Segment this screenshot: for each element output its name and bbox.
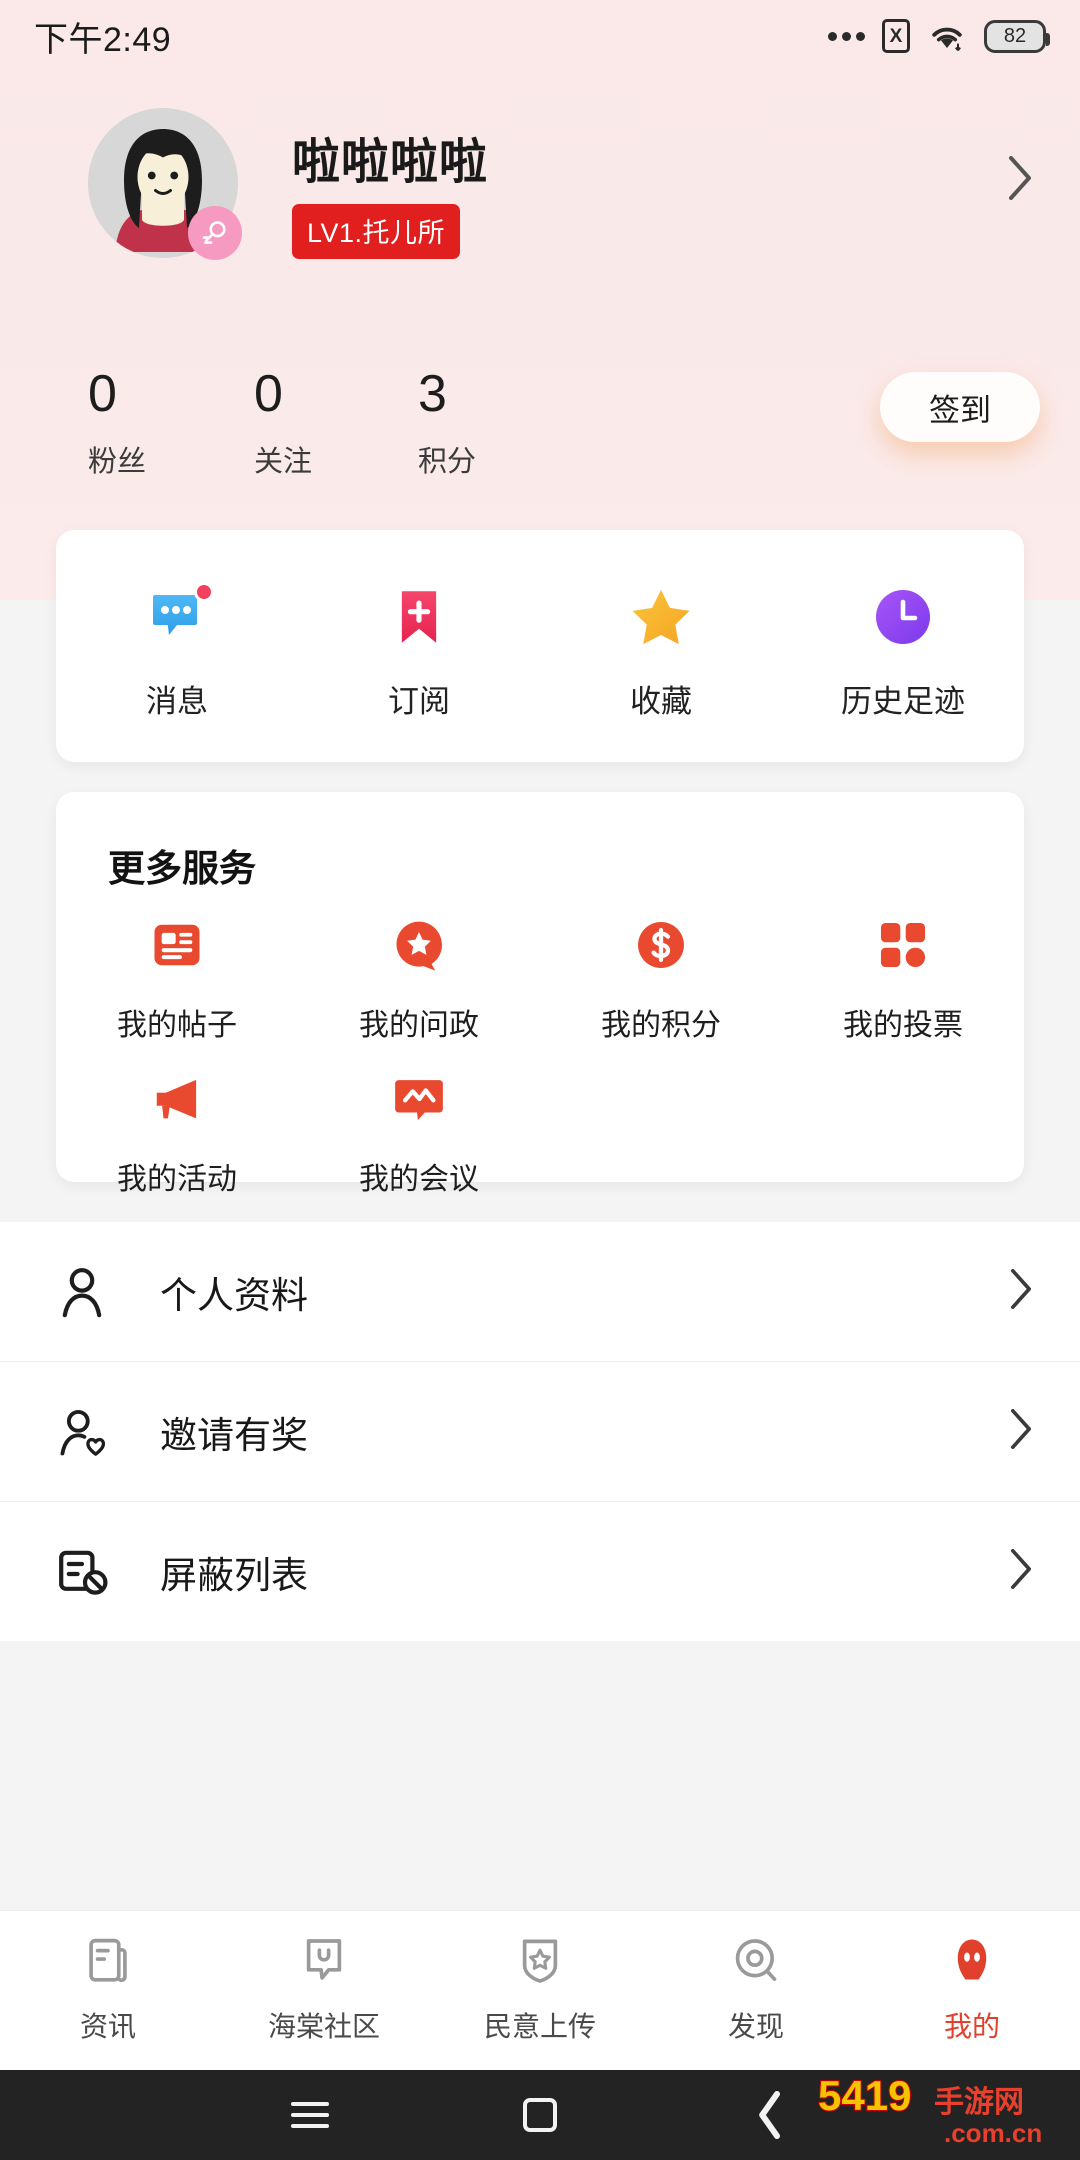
stat-fans-value: 0 xyxy=(88,365,117,423)
service-label: 我的会议 xyxy=(359,1163,479,1196)
services-grid: 我的帖子 我的问政 我的积分 我的投票 我的活动 我的会议 xyxy=(56,916,1024,1224)
quick-action-messages[interactable]: 消息 xyxy=(56,581,298,721)
menu-item-invite-rewards[interactable]: 邀请有奖 xyxy=(0,1362,1080,1501)
female-gender-icon xyxy=(188,206,242,260)
service-my-inquiries[interactable]: 我的问政 xyxy=(298,916,540,1044)
post-board-icon xyxy=(148,916,206,974)
chat-bubble-icon xyxy=(144,581,214,650)
avatar-wrap[interactable] xyxy=(88,108,242,260)
chevron-right-icon xyxy=(1010,1269,1032,1314)
username: 啦啦啦啦 xyxy=(292,136,489,189)
status-icons: X 82 xyxy=(828,19,1050,53)
person-heart-icon xyxy=(58,1406,114,1458)
stat-fans-label: 粉丝 xyxy=(88,446,147,478)
profile-person-icon xyxy=(948,1936,996,1991)
service-my-points[interactable]: 我的积分 xyxy=(540,916,782,1044)
nav-item-mine[interactable]: 我的 xyxy=(864,1936,1080,2045)
watermark-sub1: 手游网 xyxy=(934,2086,1024,2119)
nav-label: 民意上传 xyxy=(483,2011,596,2042)
stat-fans[interactable]: 0 粉丝 xyxy=(88,368,146,480)
service-my-votes[interactable]: 我的投票 xyxy=(782,916,1024,1044)
status-time: 下午2:49 xyxy=(34,20,172,59)
stat-following[interactable]: 0 关注 xyxy=(254,368,312,480)
nav-item-community[interactable]: 海棠社区 xyxy=(216,1936,432,2045)
profile-section[interactable]: 啦啦啦啦 LV1.托儿所 xyxy=(0,108,1080,260)
level-badge[interactable]: LV1.托儿所 xyxy=(292,204,461,259)
settings-menu-list: 个人资料 邀请有奖 屏蔽列表 xyxy=(0,1222,1080,1641)
chevron-right-icon xyxy=(1010,1409,1032,1454)
star-icon xyxy=(628,584,694,650)
grid-blocks-icon xyxy=(874,916,932,974)
community-chat-icon xyxy=(300,1936,348,1991)
service-label: 我的投票 xyxy=(843,1009,963,1042)
wifi-icon xyxy=(932,27,962,51)
chevron-right-icon xyxy=(1010,1549,1032,1594)
services-title: 更多服务 xyxy=(108,848,256,889)
quick-action-label: 订阅 xyxy=(388,683,450,719)
menu-item-block-list[interactable]: 屏蔽列表 xyxy=(0,1502,1080,1641)
shield-star-icon xyxy=(516,1936,564,1991)
signin-button[interactable]: 签到 xyxy=(880,372,1040,442)
news-icon xyxy=(84,1936,132,1991)
menu-item-label: 屏蔽列表 xyxy=(160,1554,308,1596)
bookmark-plus-icon xyxy=(386,584,452,650)
meeting-screen-icon xyxy=(390,1070,448,1128)
block-list-icon xyxy=(58,1548,114,1596)
service-label: 我的活动 xyxy=(117,1163,237,1196)
sim-x-glyph: X xyxy=(889,25,903,47)
sim-card-disabled-icon: X xyxy=(882,19,910,53)
menu-item-label: 邀请有奖 xyxy=(160,1414,308,1456)
profile-header-background xyxy=(0,0,1080,600)
nav-label: 我的 xyxy=(943,2011,1000,2042)
quick-action-label: 消息 xyxy=(146,683,208,719)
bottom-navigation: 资讯 海棠社区 民意上传 发现 我的 xyxy=(0,1910,1080,2070)
status-bar: 下午2:49 X 82 xyxy=(0,0,1080,72)
quick-actions-grid: 消息 订阅 收藏 历史足迹 xyxy=(56,530,1024,762)
nav-label: 发现 xyxy=(727,2011,784,2042)
stat-points-label: 积分 xyxy=(418,446,477,478)
stat-following-value: 0 xyxy=(254,365,283,423)
discover-icon xyxy=(732,1936,780,1991)
service-label: 我的积分 xyxy=(601,1009,721,1042)
app-screen: 下午2:49 X 82 啦啦啦啦 LV1.托儿所 0 粉丝 0 关注 3 积分 … xyxy=(0,0,1080,2160)
stat-following-label: 关注 xyxy=(254,446,313,478)
stat-points-value: 3 xyxy=(418,365,447,423)
watermark-number: 5419 xyxy=(818,2072,911,2119)
more-services-card: 更多服务 我的帖子 我的问政 我的积分 我的投票 我的活动 我的会议 xyxy=(56,792,1024,1196)
menu-item-label: 个人资料 xyxy=(160,1274,308,1316)
nav-label: 资讯 xyxy=(79,2011,136,2042)
system-menu-icon[interactable] xyxy=(195,2095,425,2135)
more-dots-icon xyxy=(828,31,865,41)
battery-icon: 82 xyxy=(984,19,1050,53)
stat-points[interactable]: 3 积分 xyxy=(418,368,476,480)
profile-chevron-icon[interactable] xyxy=(1008,156,1032,205)
star-badge-icon xyxy=(390,916,448,974)
service-label: 我的问政 xyxy=(359,1009,479,1042)
nav-label: 海棠社区 xyxy=(267,2011,380,2042)
quick-action-label: 历史足迹 xyxy=(841,683,965,719)
dollar-coin-icon xyxy=(632,916,690,974)
unread-badge-dot xyxy=(194,581,214,602)
service-my-activities[interactable]: 我的活动 xyxy=(56,1070,298,1198)
nav-item-news[interactable]: 资讯 xyxy=(0,1936,216,2045)
clock-history-icon xyxy=(870,584,936,650)
service-my-meetings[interactable]: 我的会议 xyxy=(298,1070,540,1198)
site-watermark: 5419 手游网 .com.cn xyxy=(816,2068,1066,2154)
person-icon xyxy=(58,1266,114,1318)
quick-action-favorites[interactable]: 收藏 xyxy=(540,584,782,721)
battery-level: 82 xyxy=(1003,24,1027,47)
system-home-icon[interactable] xyxy=(425,2098,655,2132)
service-my-posts[interactable]: 我的帖子 xyxy=(56,916,298,1044)
megaphone-icon xyxy=(148,1070,206,1128)
quick-action-subscriptions[interactable]: 订阅 xyxy=(298,584,540,721)
nav-item-opinion-upload[interactable]: 民意上传 xyxy=(432,1936,648,2045)
menu-item-personal-profile[interactable]: 个人资料 xyxy=(0,1222,1080,1361)
watermark-sub2: .com.cn xyxy=(944,2118,1042,2148)
quick-action-label: 收藏 xyxy=(630,683,692,719)
quick-action-history[interactable]: 历史足迹 xyxy=(782,584,1024,721)
nav-item-discover[interactable]: 发现 xyxy=(648,1936,864,2045)
service-label: 我的帖子 xyxy=(117,1009,237,1042)
quick-actions-card: 消息 订阅 收藏 历史足迹 xyxy=(56,530,1024,762)
